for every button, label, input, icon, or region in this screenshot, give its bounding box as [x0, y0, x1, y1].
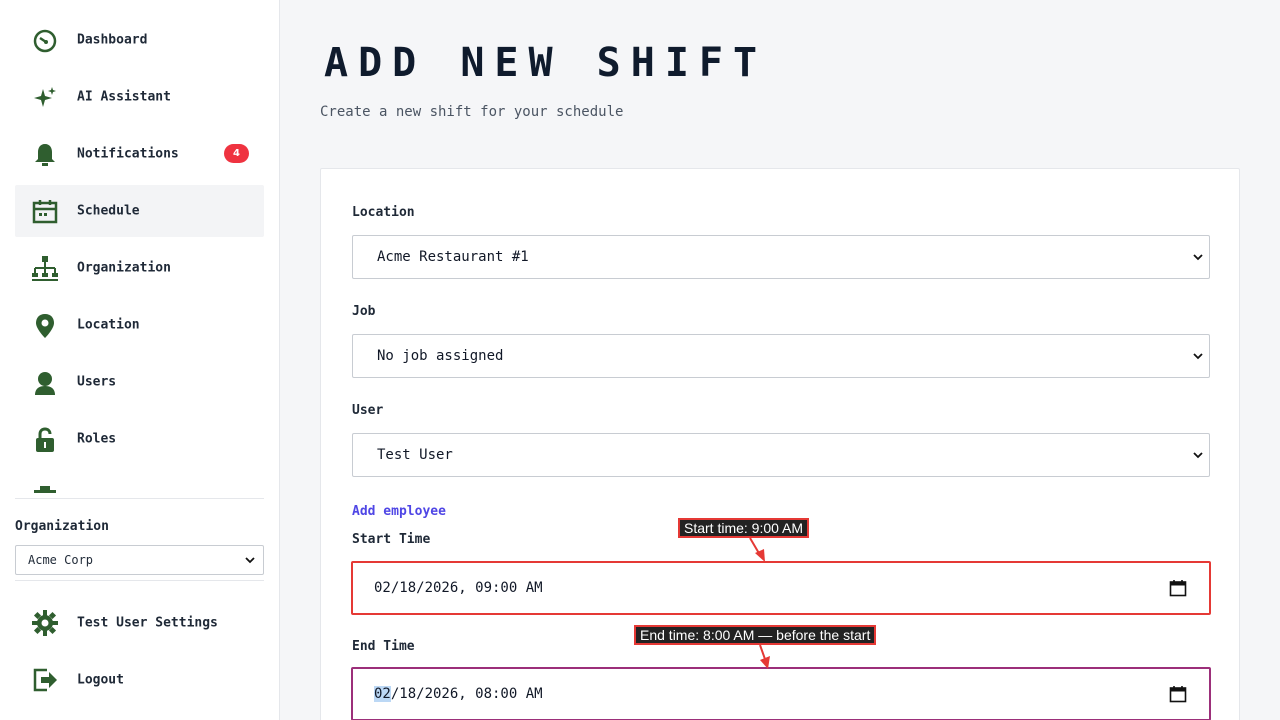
sidebar-nav: Dashboard AI Assistant Notifications 4 S…: [15, 14, 264, 492]
sidebar-item-users[interactable]: Users: [15, 356, 264, 408]
sidebar-item-schedule[interactable]: Schedule: [15, 185, 264, 237]
start-time-annotation: Start time: 9:00 AM: [678, 518, 810, 538]
calendar-icon: [32, 200, 58, 224]
dashboard-icon: [33, 29, 57, 53]
job-select[interactable]: No job assigned: [352, 334, 1210, 378]
lock-icon: [36, 427, 54, 452]
end-time-month-segment[interactable]: 02: [374, 686, 391, 702]
logout-button[interactable]: Logout: [15, 658, 264, 702]
chevron-down-icon: [1193, 254, 1203, 261]
sidebar-item-dashboard[interactable]: Dashboard: [15, 14, 264, 66]
sidebar-item-label: Organization: [77, 260, 171, 276]
page-title: ADD NEW SHIFT: [324, 40, 768, 86]
job-label: Job: [352, 304, 376, 319]
sidebar-item-label: Schedule: [77, 203, 140, 219]
sparkle-icon: [34, 87, 56, 107]
organization-label: Organization: [15, 519, 109, 534]
job-select-value: No job assigned: [377, 348, 504, 364]
location-pin-icon: [36, 314, 54, 338]
user-label: User: [352, 403, 384, 418]
sidebar-item-location[interactable]: Location: [15, 299, 264, 351]
sidebar-item-organization[interactable]: Organization: [15, 242, 264, 294]
sidebar-item-label: Location: [77, 317, 140, 333]
sidebar: Dashboard AI Assistant Notifications 4 S…: [0, 0, 280, 720]
chevron-down-icon: [245, 557, 255, 564]
org-chart-icon: [32, 256, 58, 281]
sidebar-item-label: Dashboard: [77, 32, 148, 48]
settings-button[interactable]: Test User Settings: [15, 601, 264, 645]
calendar-picker-icon[interactable]: [1169, 685, 1187, 703]
location-select-value: Acme Restaurant #1: [377, 249, 529, 265]
sidebar-item-label: AI Assistant: [77, 89, 171, 105]
sidebar-item-label: Notifications: [77, 146, 179, 162]
user-icon: [35, 372, 55, 395]
end-time-input[interactable]: 02/18/2026, 08:00 AM: [351, 667, 1211, 720]
end-time-value: 02/18/2026, 08:00 AM: [374, 686, 543, 702]
logout-icon: [33, 668, 57, 692]
user-select-value: Test User: [377, 447, 453, 463]
add-employee-link[interactable]: Add employee: [352, 504, 446, 519]
partial-nav-icon: [34, 486, 56, 493]
sidebar-item-roles[interactable]: Roles: [15, 413, 264, 465]
calendar-picker-icon[interactable]: [1169, 579, 1187, 597]
sidebar-item-label: Users: [77, 374, 117, 390]
user-select[interactable]: Test User: [352, 433, 1210, 477]
end-time-rest: /18/2026, 08:00 AM: [390, 686, 543, 702]
end-time-label: End Time: [352, 639, 415, 654]
start-time-value: 02/18/2026, 09:00 AM: [374, 580, 543, 596]
organization-select-value: Acme Corp: [28, 553, 94, 567]
sidebar-item-label: Roles: [77, 431, 117, 447]
location-label: Location: [352, 205, 415, 220]
bell-icon: [35, 144, 55, 166]
end-time-annotation: End time: 8:00 AM — before the start: [634, 625, 877, 645]
sidebar-item-notifications[interactable]: Notifications 4: [15, 128, 264, 180]
sidebar-divider: [15, 580, 264, 581]
chevron-down-icon: [1193, 452, 1203, 459]
logout-label: Logout: [77, 672, 124, 688]
sidebar-item-ai-assistant[interactable]: AI Assistant: [15, 71, 264, 123]
start-time-label: Start Time: [352, 532, 431, 547]
location-select[interactable]: Acme Restaurant #1: [352, 235, 1210, 279]
settings-label: Test User Settings: [77, 615, 218, 631]
gear-icon: [32, 610, 58, 636]
start-time-input[interactable]: 02/18/2026, 09:00 AM: [351, 561, 1211, 615]
notification-count-badge: 4: [224, 144, 249, 163]
sidebar-divider: [15, 498, 264, 499]
organization-select[interactable]: Acme Corp: [15, 545, 264, 575]
chevron-down-icon: [1193, 353, 1203, 360]
page-subtitle: Create a new shift for your schedule: [320, 104, 624, 120]
